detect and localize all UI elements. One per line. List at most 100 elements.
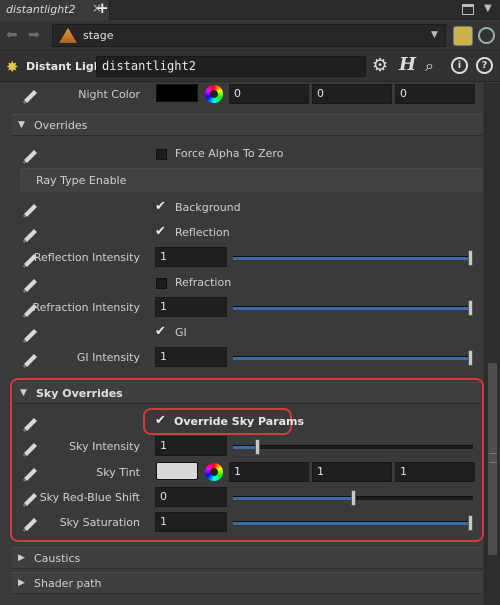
reflection-checkbox[interactable]: ✔: [155, 224, 166, 239]
color-wheel-icon[interactable]: [205, 85, 223, 103]
override-sky-params-label: Override Sky Params: [174, 415, 305, 428]
slider-handle[interactable]: [255, 439, 260, 455]
path-field[interactable]: stage ▼: [52, 24, 446, 47]
parameter-header: ✸ Distant Light distantlight2 ⚙ H ⌕ i ?: [0, 52, 500, 82]
sky-tint-swatch[interactable]: [156, 462, 198, 480]
pencil-icon[interactable]: [20, 146, 42, 164]
node-type-label: Distant Light: [26, 60, 107, 73]
night-color-r-field[interactable]: 0: [229, 84, 309, 104]
slider-handle[interactable]: [468, 350, 473, 366]
refraction-checkbox[interactable]: [156, 278, 167, 289]
sky-overrides-folder[interactable]: ▼ Sky Overrides: [14, 382, 480, 404]
gi-intensity-slider[interactable]: [233, 350, 473, 366]
slider-handle[interactable]: [468, 515, 473, 531]
sky-tint-label: Sky Tint: [96, 466, 140, 479]
ray-type-enable-title: Ray Type Enable: [36, 174, 127, 187]
link-icon[interactable]: [478, 27, 495, 44]
sky-intensity-slider[interactable]: [233, 439, 473, 455]
stage-icon: [59, 28, 77, 43]
pin-icon[interactable]: [453, 26, 473, 46]
navigation-bar: ⬅ ➡ stage ▼: [0, 21, 500, 51]
back-arrow-icon[interactable]: ⬅: [6, 27, 18, 43]
add-tab-icon[interactable]: +: [96, 0, 110, 19]
pencil-icon[interactable]: [20, 414, 42, 432]
reflection-intensity-field[interactable]: 1: [155, 247, 227, 267]
sky-intensity-label: Sky Intensity: [69, 440, 140, 453]
triangle-down-icon: ▼: [20, 388, 27, 398]
pencil-icon[interactable]: [20, 225, 42, 243]
gear-icon[interactable]: ⚙: [372, 55, 388, 76]
slider-fill: [233, 307, 473, 310]
color-wheel-icon[interactable]: [205, 463, 223, 481]
triangle-down-icon: ▼: [18, 120, 25, 130]
shader-path-title: Shader path: [34, 577, 102, 590]
gi-intensity-label: GI Intensity: [76, 351, 140, 364]
search-icon[interactable]: ⌕: [425, 56, 434, 76]
sky-saturation-field[interactable]: 1: [155, 512, 227, 532]
sky-red-blue-shift-slider[interactable]: [233, 490, 473, 506]
sky-tint-b-field[interactable]: 1: [395, 462, 475, 482]
tab-label: distantlight2: [6, 3, 76, 16]
pane-menu-icon[interactable]: ▼: [484, 3, 494, 17]
slider-fill: [233, 357, 473, 360]
sky-saturation-label: Sky Saturation: [59, 516, 140, 529]
sky-overrides-title: Sky Overrides: [36, 387, 123, 400]
tab-distantlight2[interactable]: distantlight2 ×: [0, 0, 110, 20]
info-icon[interactable]: i: [451, 57, 468, 74]
refraction-label: Refraction: [175, 276, 232, 289]
background-checkbox[interactable]: ✔: [155, 199, 166, 214]
sky-red-blue-shift-field[interactable]: 0: [155, 487, 227, 507]
distant-light-icon: ✸: [6, 58, 19, 76]
sky-tint-r-field[interactable]: 1: [229, 462, 309, 482]
gi-checkbox[interactable]: ✔: [155, 324, 166, 339]
help-icon[interactable]: ?: [476, 57, 493, 74]
help-h-icon[interactable]: H: [399, 54, 416, 75]
night-color-label: Night Color: [78, 88, 140, 101]
caustics-title: Caustics: [34, 552, 81, 565]
override-sky-params-checkbox[interactable]: ✔: [155, 413, 166, 428]
slider-fill: [233, 257, 473, 260]
background-label: Background: [175, 201, 241, 214]
scrollbar[interactable]: [484, 83, 500, 605]
refraction-intensity-label: Refraction Intensity: [32, 301, 140, 314]
shader-path-folder[interactable]: ▶ Shader path: [12, 572, 482, 594]
chevron-down-icon[interactable]: ▼: [431, 30, 438, 40]
force-alpha-label: Force Alpha To Zero: [175, 147, 284, 160]
reflection-intensity-slider[interactable]: [233, 250, 473, 266]
slider-fill: [233, 497, 353, 500]
node-name-field[interactable]: distantlight2: [96, 56, 366, 77]
sky-intensity-field[interactable]: 1: [155, 436, 227, 456]
slider-handle[interactable]: [351, 490, 356, 506]
force-alpha-checkbox[interactable]: [156, 149, 167, 160]
reflection-label: Reflection: [175, 226, 230, 239]
caustics-folder[interactable]: ▶ Caustics: [12, 547, 482, 569]
sky-tint-g-field[interactable]: 1: [312, 462, 392, 482]
slider-handle[interactable]: [468, 300, 473, 316]
overrides-folder[interactable]: ▼ Overrides: [12, 114, 482, 136]
gi-label: GI: [175, 326, 187, 339]
pane-layout-icon[interactable]: [462, 4, 474, 15]
forward-arrow-icon[interactable]: ➡: [28, 27, 40, 43]
triangle-right-icon: ▶: [18, 553, 25, 563]
night-color-b-field[interactable]: 0: [395, 84, 475, 104]
pencil-icon[interactable]: [20, 275, 42, 293]
pencil-icon[interactable]: [20, 200, 42, 218]
night-color-swatch[interactable]: [156, 84, 198, 102]
scroll-grip-icon: [489, 453, 497, 463]
night-color-g-field[interactable]: 0: [312, 84, 392, 104]
ray-type-enable-folder[interactable]: Ray Type Enable: [20, 168, 482, 192]
refraction-intensity-slider[interactable]: [233, 300, 473, 316]
slider-fill: [233, 522, 473, 525]
sky-red-blue-shift-label: Sky Red-Blue Shift: [39, 491, 140, 504]
path-label: stage: [83, 29, 114, 42]
sky-saturation-slider[interactable]: [233, 515, 473, 531]
gi-intensity-field[interactable]: 1: [155, 347, 227, 367]
triangle-right-icon: ▶: [18, 578, 25, 588]
reflection-intensity-label: Reflection Intensity: [33, 251, 140, 264]
tab-bar: distantlight2 × + ▼: [0, 0, 500, 20]
slider-handle[interactable]: [468, 250, 473, 266]
overrides-title: Overrides: [34, 119, 88, 132]
slider-fill: [233, 446, 257, 449]
pencil-icon[interactable]: [20, 325, 42, 343]
refraction-intensity-field[interactable]: 1: [155, 297, 227, 317]
